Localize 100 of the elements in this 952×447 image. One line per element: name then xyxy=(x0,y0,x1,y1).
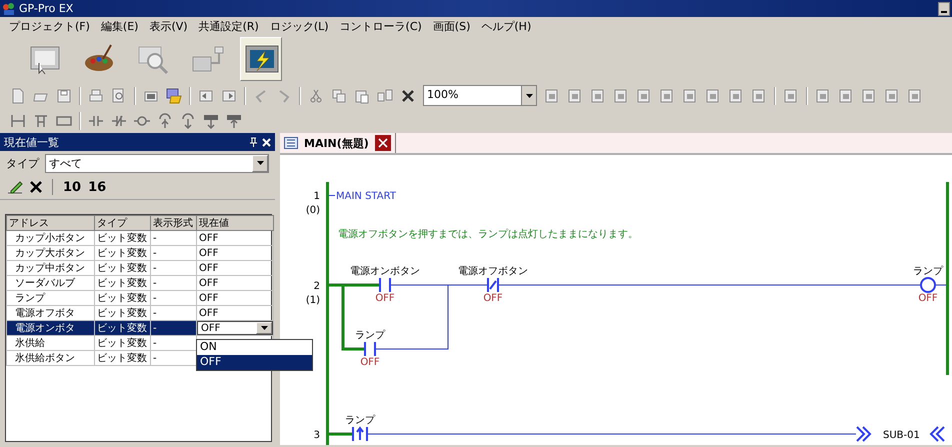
format-cell: - xyxy=(150,246,196,260)
delete-x-icon[interactable] xyxy=(29,180,43,194)
state-label: OFF xyxy=(483,293,503,304)
contact-symbol[interactable] xyxy=(379,277,391,293)
type-cell: ビット変数 xyxy=(94,336,150,350)
radix-button[interactable]: 10 xyxy=(62,180,82,194)
type-cell: ビット変数 xyxy=(94,290,150,306)
address-cell[interactable]: カップ中ボタン xyxy=(6,260,94,276)
value-cell: OFF xyxy=(196,230,274,246)
value-combo[interactable]: OFF xyxy=(197,321,273,335)
delete-x-icon[interactable] xyxy=(400,88,416,104)
menu-item[interactable]: 共通設定(R) xyxy=(194,18,265,34)
menu-item[interactable]: 編集(E) xyxy=(96,18,144,34)
value-cell: OFF xyxy=(196,246,274,260)
nc-contact-symbol[interactable] xyxy=(487,277,499,293)
element-label: ランプ xyxy=(913,266,943,277)
step-number: (0) xyxy=(306,205,320,216)
menu-item[interactable]: 表示(V) xyxy=(144,18,194,34)
format-cell: - xyxy=(150,290,196,306)
type-cell: ビット変数 xyxy=(94,276,150,290)
paste-icon[interactable] xyxy=(354,88,370,104)
element-label: ランプ xyxy=(355,330,385,341)
address-cell[interactable]: 氷供給 xyxy=(6,336,94,350)
menu-item[interactable]: ヘルプ(H) xyxy=(476,18,538,34)
minimize-button-icon[interactable] xyxy=(938,2,950,16)
rung-label: MAIN START xyxy=(336,191,396,202)
type-select[interactable]: すべて xyxy=(45,154,269,172)
tool-button[interactable] xyxy=(240,37,282,81)
ladder-rung-icon[interactable] xyxy=(10,112,26,128)
element-label: 電源オンボタン xyxy=(350,266,420,277)
caret-icon xyxy=(526,94,532,98)
value-cell: OFF xyxy=(196,260,274,276)
wire-line xyxy=(329,195,335,196)
state-label: OFF xyxy=(918,293,938,304)
type-cell: ビット変数 xyxy=(94,230,150,246)
menu-item[interactable]: コントローラ(C) xyxy=(334,18,428,34)
format-cell: - xyxy=(150,260,196,276)
app-logo-icon xyxy=(2,2,16,16)
block-down-arrow-icon[interactable] xyxy=(203,112,219,128)
address-cell[interactable]: 氷供給ボタン xyxy=(6,350,94,366)
block-up-arrow-icon[interactable] xyxy=(226,112,242,128)
arrow-left-icon[interactable] xyxy=(198,88,214,104)
state-label: OFF xyxy=(375,293,395,304)
element-label: 電源オフボタン xyxy=(458,266,528,277)
element-label: ランプ xyxy=(345,415,375,426)
menu-item[interactable]: 画面(S) xyxy=(428,18,476,34)
ladder-insert-icon[interactable] xyxy=(33,112,49,128)
panel-title: 現在値一覧 xyxy=(4,134,60,150)
type-cell: ビット変数 xyxy=(94,260,150,276)
column-header[interactable]: タイプ xyxy=(94,216,150,230)
tab-label: MAIN(無題) xyxy=(304,136,369,150)
zoom-combo[interactable]: 100% xyxy=(423,85,537,106)
dropdown-option[interactable]: ON xyxy=(197,340,312,355)
address-cell[interactable]: 電源オンボタ xyxy=(6,320,94,336)
value-cell: OFF xyxy=(196,276,274,290)
address-cell[interactable]: ランプ xyxy=(6,290,94,306)
rung-number: 2 xyxy=(314,281,320,292)
coil-down-arrow-icon[interactable] xyxy=(180,112,196,128)
caret-icon xyxy=(260,326,268,330)
replace-icon[interactable] xyxy=(377,88,393,104)
format-cell: - xyxy=(150,230,196,246)
jump-arrow-icon xyxy=(856,426,872,442)
close-icon[interactable] xyxy=(262,138,271,146)
type-label: タイプ xyxy=(6,156,39,170)
coil-symbol[interactable] xyxy=(920,277,936,293)
scissors-icon[interactable] xyxy=(308,88,324,104)
column-header[interactable]: 表示形式 xyxy=(150,216,196,230)
column-header[interactable]: アドレス xyxy=(6,216,94,230)
address-cell[interactable]: ソーダバルブ xyxy=(6,276,94,290)
window-folder-icon[interactable] xyxy=(166,88,182,104)
format-cell: - xyxy=(150,320,196,336)
address-cell[interactable]: カップ小ボタン xyxy=(6,230,94,246)
contact-symbol[interactable] xyxy=(364,341,376,357)
menu-item[interactable]: プロジェクト(F) xyxy=(4,18,96,34)
jump-label: SUB-01 xyxy=(883,430,920,441)
type-cell: ビット変数 xyxy=(94,246,150,260)
printer-icon[interactable] xyxy=(88,88,104,104)
pen-icon[interactable] xyxy=(6,179,24,195)
close-icon[interactable] xyxy=(374,135,391,151)
rising-contact-symbol[interactable] xyxy=(352,426,368,442)
type-cell: ビット変数 xyxy=(94,320,150,336)
ladder-sheet-icon xyxy=(284,137,298,149)
value-cell: OFF xyxy=(196,290,274,306)
type-cell: ビット変数 xyxy=(94,350,150,366)
radix-button[interactable]: 16 xyxy=(87,180,108,194)
coil-up-arrow-icon[interactable] xyxy=(157,112,173,128)
window-title: GP-Pro EX xyxy=(19,2,74,15)
step-number: (1) xyxy=(306,295,320,306)
pin-icon[interactable] xyxy=(249,137,258,147)
address-cell[interactable]: カップ大ボタン xyxy=(6,246,94,260)
dropdown-option[interactable]: OFF xyxy=(197,355,312,370)
column-header[interactable]: 現在値 xyxy=(196,216,274,230)
copy-icon[interactable] xyxy=(331,88,347,104)
jump-end-icon xyxy=(930,426,945,442)
menu-item[interactable]: ロジック(L) xyxy=(264,18,335,34)
rung-number: 1 xyxy=(314,191,320,202)
format-cell: - xyxy=(150,276,196,290)
page-icon[interactable] xyxy=(10,88,26,104)
rung-number: 3 xyxy=(314,430,320,441)
arrow-right-icon[interactable] xyxy=(221,88,237,104)
